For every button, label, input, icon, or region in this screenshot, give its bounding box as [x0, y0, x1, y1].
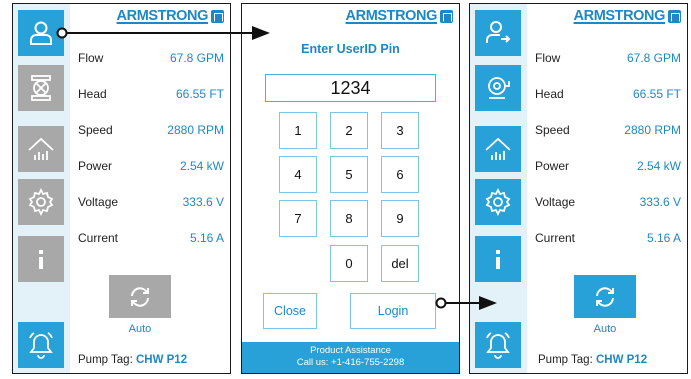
- flow-arrows: [56, 26, 497, 310]
- arrow-user-to-login: [56, 26, 270, 40]
- arrow-login-to-main: [435, 296, 497, 310]
